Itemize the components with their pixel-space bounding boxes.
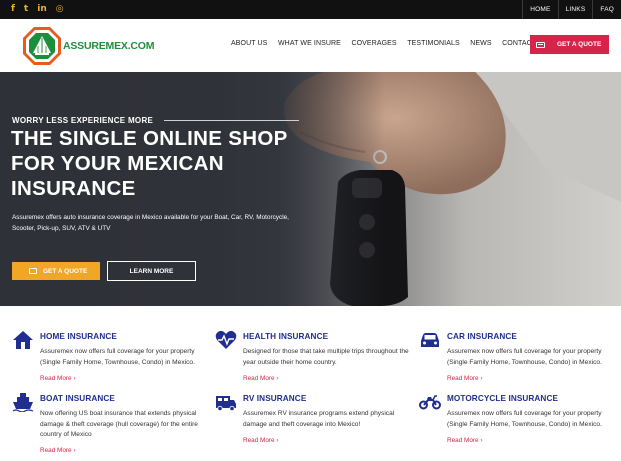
service-title[interactable]: MOTORCYCLE INSURANCE: [447, 394, 558, 403]
service-description: Assuremex RV insurance programs extend p…: [243, 410, 395, 428]
motorcycle-icon: [419, 395, 441, 410]
service-title[interactable]: HOME INSURANCE: [40, 332, 117, 341]
logo[interactable]: ASSUREMEX.COM: [22, 26, 155, 66]
nav-coverages[interactable]: COVERAGES: [351, 40, 396, 47]
nav-about-us[interactable]: ABOUT US: [231, 40, 267, 47]
heartbeat-icon: [215, 330, 237, 349]
house-icon: [13, 331, 33, 349]
top-links: HOME LINKS FAQ: [522, 0, 621, 19]
service-description: Now offering US boat insurance that exte…: [40, 410, 198, 438]
linkedin-icon[interactable]: in: [37, 3, 47, 15]
top-link-faq[interactable]: FAQ: [592, 0, 621, 19]
hero-banner: WORRY LESS EXPERIENCE MORE THE SINGLE ON…: [0, 72, 621, 306]
service-title[interactable]: BOAT INSURANCE: [40, 394, 115, 403]
hero-subtitle: Assuremex offers auto insurance coverage…: [12, 214, 289, 232]
instagram-icon[interactable]: ◎: [56, 3, 64, 15]
read-more-link[interactable]: Read More ›: [40, 375, 76, 382]
service-title[interactable]: RV INSURANCE: [243, 394, 306, 403]
hero-learn-more-button[interactable]: LEARN MORE: [107, 261, 196, 281]
card-icon: [29, 268, 37, 274]
top-link-home[interactable]: HOME: [522, 0, 557, 19]
read-more-link[interactable]: Read More ›: [447, 375, 483, 382]
service-description: Assuremex now offers full coverage for y…: [447, 348, 602, 366]
service-title[interactable]: CAR INSURANCE: [447, 332, 517, 341]
read-more-link[interactable]: Read More ›: [40, 447, 76, 454]
site-header: ASSUREMEX.COM ABOUT US WHAT WE INSURE CO…: [0, 19, 621, 72]
hero-divider: [164, 120, 299, 121]
facebook-icon[interactable]: f: [11, 3, 15, 15]
top-bar: f t in ◎ HOME LINKS FAQ: [0, 0, 621, 19]
read-more-link[interactable]: Read More ›: [243, 437, 279, 444]
service-description: Assuremex now offers full coverage for y…: [40, 348, 195, 366]
hero-eyebrow: WORRY LESS EXPERIENCE MORE: [12, 116, 154, 125]
card-icon: [536, 41, 545, 48]
top-link-links[interactable]: LINKS: [557, 0, 593, 19]
service-description: Designed for those that take multiple tr…: [243, 348, 409, 366]
rv-icon: [216, 396, 236, 412]
hero-title: THE SINGLE ONLINE SHOP FOR YOUR MEXICAN …: [11, 127, 288, 200]
header-get-quote-label: GET A QUOTE: [557, 41, 602, 48]
logo-text: ASSUREMEX.COM: [63, 40, 155, 52]
hero-get-quote-label: GET A QUOTE: [43, 267, 88, 275]
social-links: f t in ◎: [11, 3, 64, 15]
service-description: Assuremex now offers full coverage for y…: [447, 410, 602, 428]
read-more-link[interactable]: Read More ›: [243, 375, 279, 382]
nav-what-we-insure[interactable]: WHAT WE INSURE: [278, 40, 341, 47]
car-icon: [421, 333, 439, 347]
main-nav: ABOUT US WHAT WE INSURE COVERAGES TESTIM…: [231, 40, 559, 47]
nav-testimonials[interactable]: TESTIMONIALS: [407, 40, 460, 47]
read-more-link[interactable]: Read More ›: [447, 437, 483, 444]
nav-news[interactable]: NEWS: [470, 40, 491, 47]
boat-icon: [12, 393, 34, 412]
logo-mark-icon: [23, 27, 61, 65]
hero-get-quote-button[interactable]: GET A QUOTE: [12, 262, 100, 280]
twitter-icon[interactable]: t: [24, 3, 28, 15]
service-title[interactable]: HEALTH INSURANCE: [243, 332, 328, 341]
header-get-quote-button[interactable]: GET A QUOTE: [530, 35, 609, 54]
